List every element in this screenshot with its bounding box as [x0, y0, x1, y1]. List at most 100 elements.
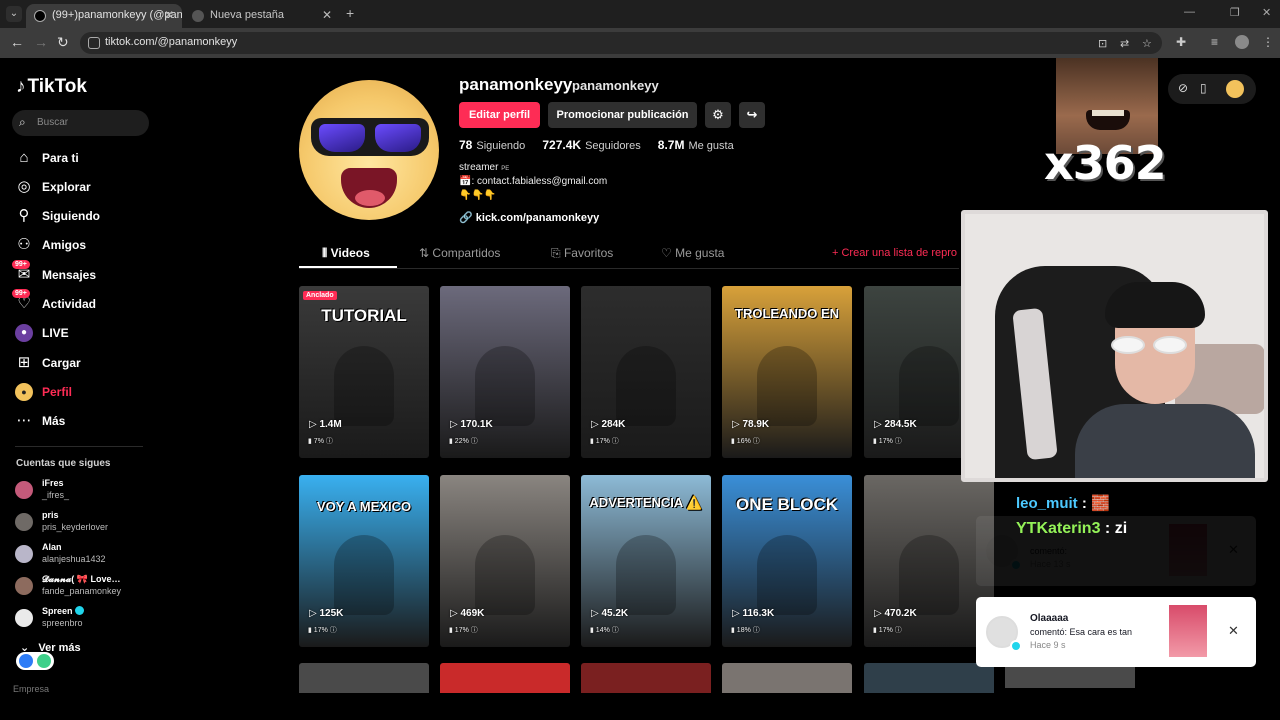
compass-icon[interactable]: ⊘ [1178, 81, 1188, 95]
minimize-window-icon[interactable]: — [1184, 6, 1195, 18]
video-thumbnail [899, 535, 959, 615]
video-card[interactable]: ▷ 469K ▮ 17% ⓘ [440, 475, 570, 647]
video-card[interactable] [440, 663, 570, 693]
search-placeholder: Buscar [37, 117, 69, 128]
site-info-icon[interactable] [88, 37, 100, 49]
video-card[interactable]: ONE BLOCK ▷ 116.3K ▮ 18% ⓘ [722, 475, 852, 647]
video-thumbnail [616, 346, 676, 426]
translate-icon[interactable]: ⇄ [1120, 37, 1129, 50]
following-count[interactable]: 78 [459, 138, 472, 152]
chrome-favicon-icon [192, 10, 204, 22]
new-tab-plus-icon[interactable]: + [346, 5, 354, 21]
search-input[interactable]: ⌕ Buscar [12, 110, 149, 136]
promote-post-button[interactable]: Promocionar publicación [548, 102, 697, 128]
close-tab-icon[interactable]: ✕ [164, 8, 174, 22]
phone-icon[interactable]: ▯ [1200, 81, 1207, 95]
address-url[interactable]: tiktok.com/@panamonkeyy [105, 36, 237, 48]
info-icon[interactable]: ⓘ [751, 627, 760, 634]
info-icon[interactable]: ⓘ [893, 438, 902, 445]
followers-count[interactable]: 727.4K [542, 138, 581, 152]
close-icon[interactable]: ✕ [1228, 623, 1239, 639]
browser-menu-icon[interactable]: ⋮ [1262, 35, 1274, 49]
sidebar-item-perfil[interactable]: ● Perfil [15, 381, 165, 403]
video-card[interactable]: ADVERTENCIA ⚠️ ▷ 45.2K ▮ 14% ⓘ [581, 475, 711, 647]
extensions-puzzle-icon[interactable]: ✚ [1176, 35, 1186, 49]
share-icon[interactable]: ↪ [739, 102, 765, 128]
browser-profile-avatar[interactable] [1235, 35, 1249, 49]
sidebar-item-mensajes[interactable]: ✉ 99+ Mensajes [12, 260, 165, 286]
video-card[interactable] [299, 663, 429, 693]
power-icon [37, 654, 51, 668]
following-account[interactable]: pris pris_keyderlover [15, 510, 165, 536]
video-card[interactable]: ▷ 170.1K ▮ 22% ⓘ [440, 286, 570, 458]
info-icon[interactable]: ⓘ [610, 438, 619, 445]
sidebar-item-actividad[interactable]: ♡ 99+ Actividad [12, 289, 165, 315]
info-icon[interactable]: ⓘ [893, 627, 902, 634]
maximize-window-icon[interactable]: ❐ [1230, 6, 1240, 19]
tab-compartidos[interactable]: ⇅ Compartidos [419, 246, 500, 260]
following-account[interactable]: 𝓓𝓪𝓷𝓷𝓪( 🎀 Love… fande_panamonkey [15, 574, 165, 600]
video-card[interactable]: VOY A MEXICO ▷ 125K ▮ 17% ⓘ [299, 475, 429, 647]
video-view-count: ▷ 469K [450, 608, 485, 619]
video-card[interactable]: TROLEANDO EN ▷ 78.9K ▮ 16% ⓘ [722, 286, 852, 458]
following-account[interactable]: iFres _ifres_ [15, 478, 165, 504]
tiktok-logo[interactable]: ♪ TikTok [16, 76, 87, 98]
video-card[interactable]: ▷ 470.2K ▮ 17% ⓘ [864, 475, 994, 647]
reload-icon[interactable]: ↻ [57, 34, 69, 51]
video-card[interactable] [864, 663, 994, 693]
comment-badge-icon [1010, 640, 1022, 652]
profile-avatar[interactable] [299, 80, 439, 220]
comment-notification[interactable]: Olaaaaa comentó: Esa cara es tan Hace 9 … [976, 597, 1256, 667]
play-icon: ▷ [450, 419, 461, 430]
close-icon[interactable]: ✕ [1228, 542, 1239, 558]
info-icon[interactable]: ⓘ [324, 438, 333, 445]
tab-videos[interactable]: ⦀ Videos [322, 246, 370, 261]
browser-tab-tiktok[interactable]: (99+)panamonkeyy (@panamo ✕ [26, 4, 182, 28]
extension-floating-widget[interactable] [16, 652, 54, 670]
info-icon[interactable]: ⓘ [328, 627, 337, 634]
forward-arrow-icon[interactable]: → [34, 34, 48, 50]
create-playlist-button[interactable]: + Crear una lista de repro [832, 247, 960, 259]
sidebar-item-amigos[interactable]: ⚇ Amigos [15, 234, 165, 256]
flag-badge: PE [501, 166, 510, 172]
activity-badge: 99+ [12, 289, 30, 298]
sidebar-item-live[interactable]: ● LIVE [15, 322, 165, 344]
sidebar-item-explorar[interactable]: ◎ Explorar [15, 176, 165, 198]
reading-list-icon[interactable]: ≡ [1211, 35, 1218, 49]
tab-me-gusta[interactable]: ♡ Me gusta [661, 246, 724, 260]
video-card[interactable] [722, 663, 852, 693]
comment-notification[interactable]: comentó: Hace 13 s ✕ [976, 516, 1256, 586]
install-app-icon[interactable]: ⊡ [1098, 37, 1107, 50]
play-icon: ▷ [591, 419, 602, 430]
following-account[interactable]: Spreen spreenbro [15, 606, 165, 632]
video-card[interactable] [581, 663, 711, 693]
video-retention: ▮ 17% ⓘ [590, 438, 619, 445]
bookmark-star-icon[interactable]: ☆ [1142, 37, 1152, 50]
info-icon[interactable]: ⓘ [469, 438, 478, 445]
tab-favoritos[interactable]: ⎘ Favoritos [551, 246, 613, 261]
compass-icon: ◎ [17, 178, 31, 195]
info-icon[interactable]: ⓘ [751, 438, 760, 445]
info-icon[interactable]: ⓘ [469, 627, 478, 634]
sidebar-item-mas[interactable]: ⋯ Más [15, 410, 165, 432]
video-card[interactable]: ▷ 284K ▮ 17% ⓘ [581, 286, 711, 458]
browser-tab-new[interactable]: Nueva pestaña ✕ [184, 4, 340, 28]
tiktok-note-icon: ♪ [16, 76, 26, 97]
close-window-icon[interactable]: ✕ [1262, 6, 1271, 19]
user-avatar[interactable] [1226, 80, 1244, 98]
profile-link[interactable]: 🔗 kick.com/panamonkeyy [459, 211, 599, 224]
close-tab-icon[interactable]: ✕ [322, 8, 332, 22]
back-arrow-icon[interactable]: ← [10, 34, 24, 50]
sidebar-item-siguiendo[interactable]: ⚲ Siguiendo [15, 205, 165, 227]
sidebar-item-cargar[interactable]: ⊞ Cargar [15, 352, 165, 374]
sidebar-item-para-ti[interactable]: ⌂ Para ti [15, 147, 165, 169]
video-card[interactable]: Anclado TUTORIAL ▷ 1.4M ▮ 7% ⓘ [299, 286, 429, 458]
video-retention: ▮ 7% ⓘ [308, 438, 333, 445]
following-account[interactable]: Alan alanjeshua1432 [15, 542, 165, 568]
address-bar[interactable]: tiktok.com/@panamonkeyy ⊡ ⇄ ☆ [80, 32, 1162, 54]
settings-gear-icon[interactable]: ⚙ [705, 102, 731, 128]
info-icon[interactable]: ⓘ [610, 627, 619, 634]
video-retention: ▮ 17% ⓘ [449, 627, 478, 634]
tab-search-menu-icon[interactable]: ⌄ [6, 6, 22, 22]
edit-profile-button[interactable]: Editar perfil [459, 102, 540, 128]
